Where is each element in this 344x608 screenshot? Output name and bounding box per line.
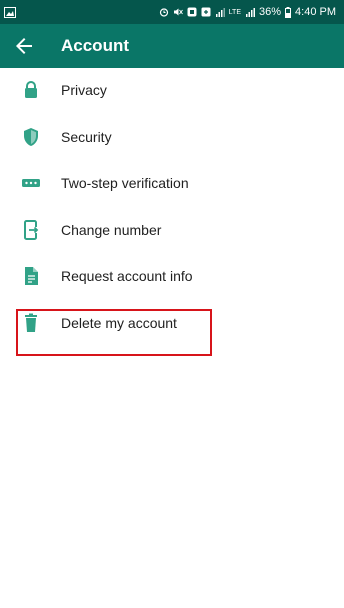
alarm-icon — [159, 7, 169, 17]
trash-icon — [20, 312, 42, 334]
phone-swap-icon — [20, 219, 42, 241]
gallery-icon — [4, 5, 16, 18]
settings-item-label: Security — [61, 128, 112, 145]
battery-percent: 36% — [259, 6, 282, 18]
app-bar: Account — [0, 24, 344, 68]
settings-item-label: Request account info — [61, 268, 193, 284]
settings-item-privacy[interactable]: Privacy — [0, 68, 344, 115]
shield-icon — [20, 126, 42, 148]
data-saver-icon — [201, 7, 211, 17]
network-type-label: LTE — [228, 8, 241, 16]
settings-item-delete-account[interactable]: Delete my account — [0, 301, 344, 348]
lock-icon — [20, 79, 42, 101]
arrow-back-icon[interactable] — [12, 34, 36, 58]
settings-item-request-info[interactable]: Request account info — [0, 254, 344, 301]
battery-icon — [285, 7, 292, 18]
signal-1-icon — [215, 7, 225, 17]
settings-item-label: Change number — [61, 221, 162, 238]
settings-item-label: Delete my account — [61, 314, 177, 331]
settings-item-label: Privacy — [61, 82, 107, 98]
clock: 4:40 PM — [295, 6, 336, 18]
signal-2-icon — [245, 7, 255, 17]
settings-item-security[interactable]: Security — [0, 115, 344, 162]
mute-icon — [173, 7, 183, 17]
settings-item-change-number[interactable]: Change number — [0, 208, 344, 255]
settings-item-two-step[interactable]: Two-step verification — [0, 161, 344, 208]
nfc-icon — [187, 7, 197, 17]
dots-icon — [20, 172, 42, 194]
page-title: Account — [61, 36, 129, 55]
settings-item-label: Two-step verification — [61, 175, 189, 191]
settings-list: Privacy Security Two-step verification C… — [0, 68, 344, 347]
status-bar: LTE 36% 4:40 PM — [0, 0, 344, 24]
document-icon — [20, 265, 42, 287]
